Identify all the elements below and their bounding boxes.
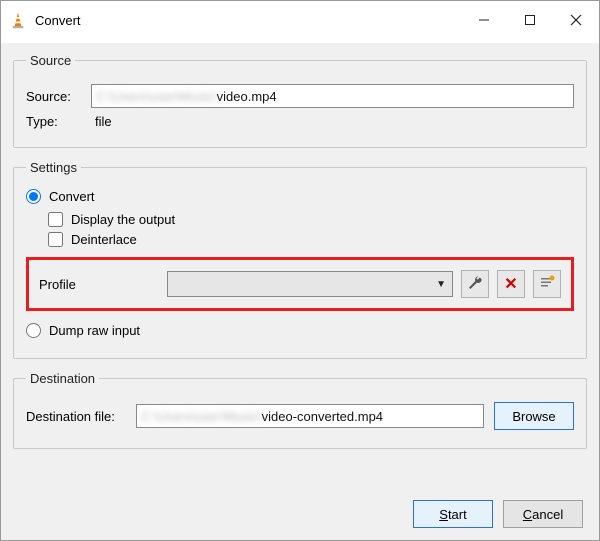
profile-highlight: Profile ▼ ✕: [26, 257, 574, 311]
wrench-icon: [467, 275, 483, 294]
start-button[interactable]: Start: [413, 500, 493, 528]
profile-label: Profile: [39, 277, 159, 292]
close-button[interactable]: [553, 5, 599, 35]
type-value: file: [91, 114, 112, 129]
dump-radio-row: Dump raw input: [26, 323, 574, 338]
new-profile-button[interactable]: [533, 270, 561, 298]
minimize-button[interactable]: [461, 5, 507, 35]
destination-group: Destination Destination file: C:\Users\u…: [13, 371, 587, 449]
window-title: Convert: [35, 13, 461, 28]
profile-combo[interactable]: ▼: [167, 271, 453, 297]
source-input[interactable]: C:\Users\user\Music\ video.mp4: [91, 84, 574, 108]
type-label: Type:: [26, 114, 91, 129]
delete-icon: ✕: [504, 274, 517, 294]
deinterlace-checkbox[interactable]: [48, 232, 63, 247]
display-output-row: Display the output: [48, 212, 574, 227]
destination-legend: Destination: [26, 371, 99, 386]
settings-legend: Settings: [26, 160, 81, 175]
display-output-label: Display the output: [71, 212, 175, 227]
deinterlace-row: Deinterlace: [48, 232, 574, 247]
convert-radio-row: Convert: [26, 189, 574, 204]
display-output-checkbox[interactable]: [48, 212, 63, 227]
chevron-down-icon: ▼: [436, 279, 446, 290]
browse-button[interactable]: Browse: [494, 402, 574, 430]
list-new-icon: [539, 275, 555, 294]
source-label: Source:: [26, 89, 91, 104]
settings-group: Settings Convert Display the output Dein…: [13, 160, 587, 359]
destination-input[interactable]: C:\Users\user\Music\ video-converted.mp4: [136, 404, 484, 428]
maximize-button[interactable]: [507, 5, 553, 35]
source-legend: Source: [26, 53, 75, 68]
source-group: Source Source: C:\Users\user\Music\ vide…: [13, 53, 587, 148]
dump-label: Dump raw input: [49, 323, 140, 338]
dump-radio[interactable]: [26, 323, 41, 338]
delete-profile-button[interactable]: ✕: [497, 270, 525, 298]
vlc-cone-icon: [9, 11, 27, 29]
bottom-buttons: Start Cancel: [13, 500, 587, 528]
convert-label: Convert: [49, 189, 95, 204]
deinterlace-label: Deinterlace: [71, 232, 137, 247]
titlebar: Convert: [1, 1, 599, 43]
convert-radio[interactable]: [26, 189, 41, 204]
edit-profile-button[interactable]: [461, 270, 489, 298]
destination-label: Destination file:: [26, 409, 136, 424]
cancel-button[interactable]: Cancel: [503, 500, 583, 528]
convert-dialog: Convert Source Source: C:\Users\user\Mus…: [0, 0, 600, 541]
client-area: Source Source: C:\Users\user\Music\ vide…: [1, 43, 599, 540]
